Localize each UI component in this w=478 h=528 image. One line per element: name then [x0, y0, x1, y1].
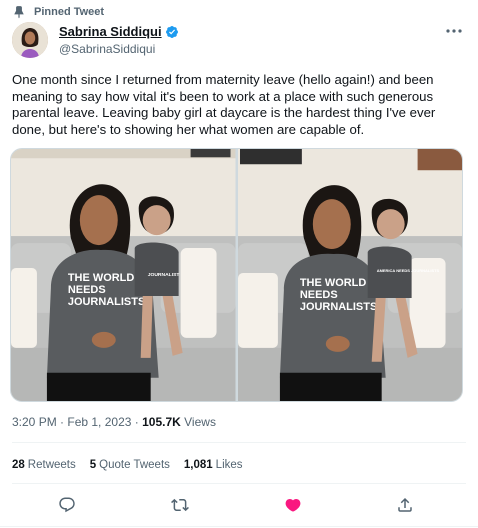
tweet-time[interactable]: 3:20 PM: [12, 415, 57, 429]
tweet-photo-2[interactable]: THE WORLD NEEDS JOURNALISTS AMERICA NEED…: [237, 149, 462, 401]
views-count: 105.7K: [142, 415, 181, 429]
shirt-text-line2: NEEDS: [68, 284, 106, 296]
divider: [0, 526, 478, 527]
pin-icon: [14, 6, 24, 19]
pinned-label: Pinned Tweet: [34, 6, 105, 18]
baby-shirt-text: JOURNALIST: [148, 272, 180, 278]
likes-count: 1,081: [183, 459, 213, 471]
quote-tweets-stat[interactable]: 5 Quote Tweets: [90, 459, 170, 471]
quotes-label: Quote Tweets: [99, 459, 170, 471]
retweet-icon: [171, 498, 189, 512]
more-options-button[interactable]: [444, 24, 464, 38]
tweet-actions: [0, 494, 478, 516]
retweet-button[interactable]: [169, 494, 191, 516]
author-handle[interactable]: @SabrinaSiddiqui: [59, 42, 179, 57]
quotes-count: 5: [89, 459, 97, 471]
photo-mother-baby-icon: THE WORLD NEEDS JOURNALISTS JOURNALIST: [11, 149, 236, 401]
retweets-count: 28: [12, 459, 25, 471]
shirt-text-line3: JOURNALISTS: [299, 301, 376, 313]
shirt-text-line2: NEEDS: [299, 289, 337, 301]
views-label: Views: [180, 415, 216, 429]
meta-separator: ·: [56, 415, 68, 429]
share-button[interactable]: [394, 494, 416, 516]
tweet-author: Sabrina Siddiqui @SabrinaSiddiqui: [59, 24, 179, 57]
likes-stat[interactable]: 1,081 Likes: [184, 459, 243, 471]
reply-button[interactable]: [56, 494, 78, 516]
tweet-photo-1[interactable]: THE WORLD NEEDS JOURNALISTS JOURNALIST: [11, 149, 236, 401]
share-icon: [398, 497, 412, 512]
profile-photo-icon: [12, 22, 48, 58]
divider: [12, 483, 466, 484]
shirt-text-line1: THE WORLD: [68, 272, 134, 284]
shirt-text-line1: THE WORLD: [299, 277, 365, 289]
pinned-tweet-indicator: Pinned Tweet: [12, 4, 104, 20]
verified-badge-icon: [165, 25, 178, 38]
retweets-stat[interactable]: 28 Retweets: [12, 459, 76, 471]
meta-separator: ·: [131, 415, 143, 429]
photo-mother-baby-icon: THE WORLD NEEDS JOURNALISTS AMERICA NEED…: [237, 149, 462, 401]
author-name[interactable]: Sabrina Siddiqui: [59, 24, 162, 39]
tweet-stats: 28 Retweets 5 Quote Tweets 1,081 Likes: [12, 459, 257, 471]
tweet-timestamp: 3:20 PM · Feb 1, 2023 · 105.7K Views: [12, 415, 216, 429]
divider: [12, 442, 466, 443]
retweets-label: Retweets: [27, 459, 76, 471]
likes-label: Likes: [215, 459, 243, 471]
tweet-date[interactable]: Feb 1, 2023: [67, 415, 131, 429]
tweet-text: One month since I returned from maternit…: [12, 72, 436, 137]
avatar[interactable]: [12, 22, 48, 58]
tweet-media[interactable]: THE WORLD NEEDS JOURNALISTS JOURNALIST T…: [10, 148, 463, 402]
comment-icon: [59, 497, 75, 513]
more-icon: [446, 29, 462, 33]
like-button[interactable]: [282, 494, 304, 516]
shirt-text-line3: JOURNALISTS: [68, 296, 145, 308]
baby-shirt-text: AMERICA NEEDS JOURNALISTS: [376, 268, 439, 273]
heart-icon: [285, 499, 301, 512]
